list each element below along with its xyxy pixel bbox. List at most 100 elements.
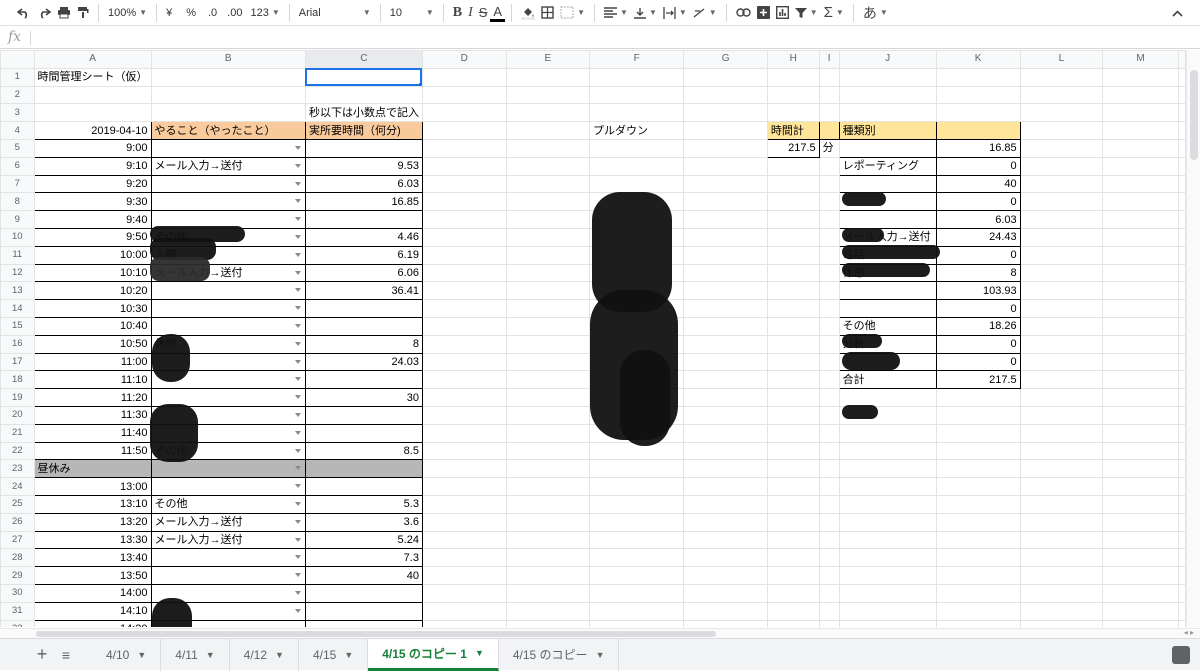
cell-g18[interactable] <box>683 370 768 390</box>
cell-h9[interactable] <box>766 210 820 229</box>
dropdown-arrow-icon[interactable] <box>294 288 301 293</box>
functions-icon[interactable]: Σ ▼ <box>821 2 847 24</box>
cell-l14[interactable] <box>1019 299 1104 318</box>
cell-j6[interactable]: レポーティング <box>838 156 937 176</box>
cell-h22[interactable] <box>766 441 820 461</box>
cell-h3[interactable] <box>766 103 820 123</box>
cell-e11[interactable] <box>505 245 591 265</box>
cell-e25[interactable] <box>505 494 591 514</box>
select-all-corner[interactable] <box>0 50 35 69</box>
scroll-arrows-icon[interactable]: ◂ ▸ <box>1184 628 1194 637</box>
cell-h30[interactable] <box>766 583 820 603</box>
cell-h21[interactable] <box>766 423 820 443</box>
dropdown-arrow-icon[interactable] <box>294 181 301 186</box>
cell-a21[interactable]: 11:40 <box>33 423 152 443</box>
cell-a20[interactable]: 11:30 <box>33 405 152 425</box>
cell-e7[interactable] <box>505 174 591 194</box>
cell-k21[interactable] <box>935 423 1021 443</box>
cell-d29[interactable] <box>421 566 507 585</box>
cell-i4[interactable] <box>818 121 840 140</box>
cell-i5[interactable]: 分 <box>818 138 840 158</box>
cell-a25[interactable]: 13:10 <box>33 494 152 514</box>
dropdown-arrow-icon[interactable] <box>294 323 301 328</box>
cell-g28[interactable] <box>683 548 768 568</box>
cell-c27[interactable]: 5.24 <box>304 530 423 550</box>
cell-j23[interactable] <box>838 459 937 479</box>
row-header[interactable]: 11 <box>0 245 35 265</box>
dropdown-arrow-icon[interactable] <box>294 555 301 560</box>
cell-l17[interactable] <box>1019 352 1104 372</box>
cell-l2[interactable] <box>1019 85 1104 105</box>
cell-c17[interactable]: 24.03 <box>304 352 423 372</box>
chevron-down-icon[interactable]: ▼ <box>137 650 146 660</box>
cell-x24[interactable] <box>1178 477 1186 496</box>
cell-h25[interactable] <box>766 494 820 514</box>
cell-e14[interactable] <box>505 299 591 318</box>
column-header-f[interactable]: F <box>589 50 685 69</box>
cell-x13[interactable] <box>1178 281 1186 301</box>
cell-x27[interactable] <box>1178 530 1186 550</box>
cell-k28[interactable] <box>935 548 1021 568</box>
dropdown-arrow-icon[interactable] <box>294 430 301 435</box>
cell-g30[interactable] <box>683 583 768 603</box>
cell-a26[interactable]: 13:20 <box>33 512 152 532</box>
cell-g5[interactable] <box>683 138 768 158</box>
cell-f30[interactable] <box>589 583 685 603</box>
cell-a7[interactable]: 9:20 <box>33 174 152 194</box>
cell-b29[interactable] <box>150 566 306 585</box>
cell-x25[interactable] <box>1178 494 1186 514</box>
cell-h27[interactable] <box>766 530 820 550</box>
text-rotation-icon[interactable]: ▼ <box>690 2 720 24</box>
cell-m3[interactable] <box>1102 103 1179 123</box>
cell-j1[interactable] <box>838 67 937 87</box>
insert-link-icon[interactable] <box>733 2 754 24</box>
column-header-d[interactable]: D <box>421 50 507 69</box>
cell-a23[interactable]: 昼休み <box>33 459 152 479</box>
column-header-e[interactable]: E <box>505 50 591 69</box>
cell-x11[interactable] <box>1178 245 1186 265</box>
chevron-down-icon[interactable]: ▼ <box>275 650 284 660</box>
cell-a22[interactable]: 11:50 <box>33 441 152 461</box>
decrease-decimal-button[interactable]: .0 <box>205 2 220 24</box>
cell-j30[interactable] <box>838 583 937 603</box>
cell-h16[interactable] <box>766 334 820 354</box>
dropdown-arrow-icon[interactable] <box>294 359 301 364</box>
cell-m10[interactable] <box>1102 227 1179 247</box>
cell-b7[interactable] <box>150 174 306 194</box>
cell-j7[interactable] <box>838 174 937 194</box>
column-header-j[interactable]: J <box>838 50 937 69</box>
cell-a6[interactable]: 9:10 <box>33 156 152 176</box>
dropdown-arrow-icon[interactable] <box>294 270 301 275</box>
cell-b26[interactable]: メール入力→送付 <box>150 512 306 532</box>
cell-j9[interactable] <box>838 210 937 229</box>
cell-j32[interactable] <box>838 619 937 627</box>
cell-x20[interactable] <box>1178 405 1186 425</box>
cell-m11[interactable] <box>1102 245 1179 265</box>
cell-a16[interactable]: 10:50 <box>33 334 152 354</box>
cell-i10[interactable] <box>818 227 840 247</box>
cell-m31[interactable] <box>1102 601 1179 621</box>
cell-d6[interactable] <box>421 156 507 176</box>
cell-d11[interactable] <box>421 245 507 265</box>
cell-m21[interactable] <box>1102 423 1179 443</box>
cell-x29[interactable] <box>1178 566 1186 585</box>
input-tools-button[interactable]: あ ▼ <box>860 2 891 24</box>
cell-h14[interactable] <box>766 299 820 318</box>
row-header[interactable]: 14 <box>0 299 35 318</box>
cell-b8[interactable] <box>150 192 306 212</box>
cell-c13[interactable]: 36.41 <box>304 281 423 301</box>
cell-a15[interactable]: 10:40 <box>33 316 152 336</box>
cell-c23[interactable] <box>304 459 423 479</box>
row-header[interactable]: 28 <box>0 548 35 568</box>
cell-b25[interactable]: その他 <box>150 494 306 514</box>
paint-format-icon[interactable] <box>74 2 92 24</box>
cell-m25[interactable] <box>1102 494 1179 514</box>
cell-i13[interactable] <box>818 281 840 301</box>
cell-g31[interactable] <box>683 601 768 621</box>
row-header[interactable]: 22 <box>0 441 35 461</box>
cell-k30[interactable] <box>935 583 1021 603</box>
cell-g29[interactable] <box>683 566 768 585</box>
cell-d31[interactable] <box>421 601 507 621</box>
cell-e16[interactable] <box>505 334 591 354</box>
cell-k10[interactable]: 24.43 <box>935 227 1021 247</box>
